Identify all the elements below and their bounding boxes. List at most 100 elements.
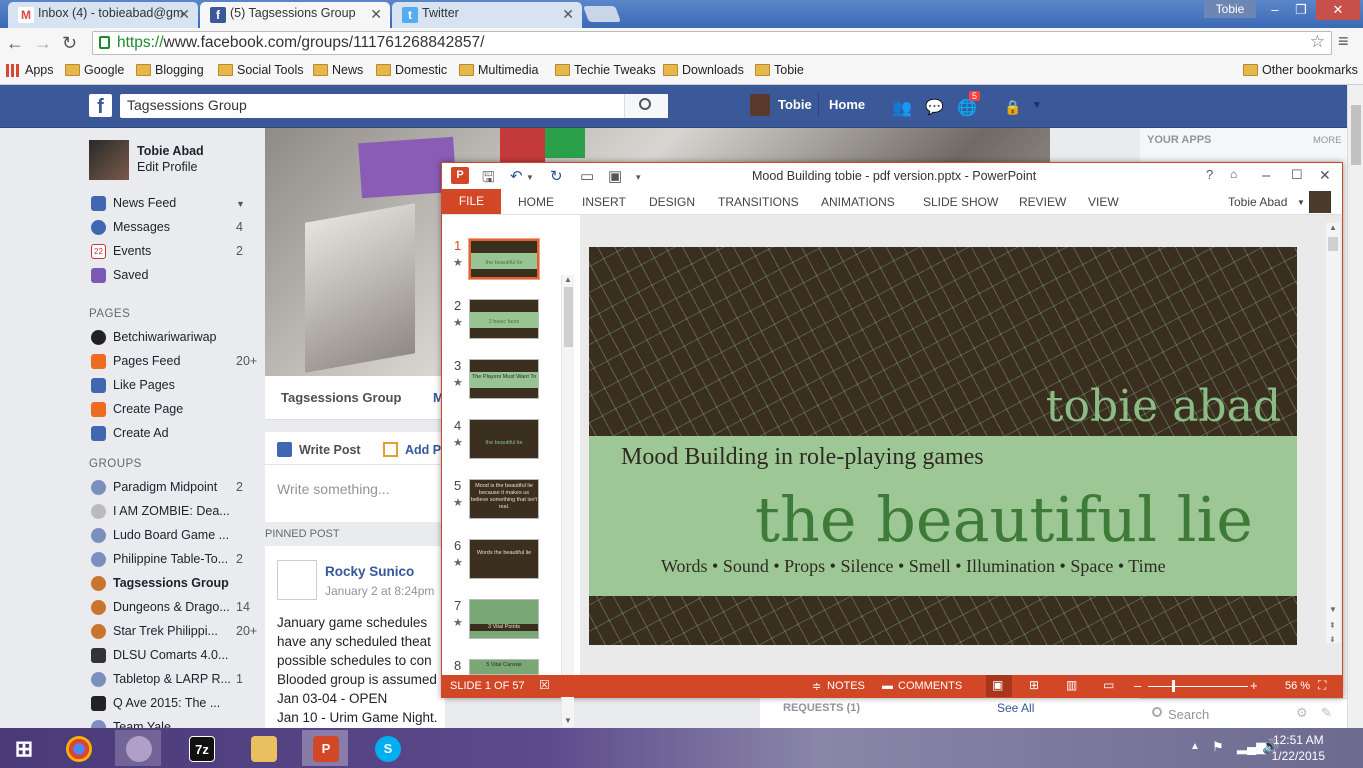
zoom-out-icon[interactable]: – xyxy=(1134,678,1141,693)
start-slideshow-icon[interactable]: ▭ xyxy=(580,167,594,185)
help-icon[interactable]: ? xyxy=(1206,167,1213,182)
bookmark-folder[interactable]: Techie Tweaks xyxy=(555,63,656,77)
avatar[interactable] xyxy=(750,94,770,116)
sidebar-item-group[interactable]: Team Yale17 xyxy=(91,720,171,728)
flag-icon[interactable]: ⚑ xyxy=(1212,739,1224,755)
bookmark-folder[interactable]: Domestic xyxy=(376,63,447,77)
bookmark-folder[interactable]: Social Tools xyxy=(218,63,303,77)
minimize-icon[interactable]: – xyxy=(1262,0,1288,20)
zoom-slider[interactable] xyxy=(1148,686,1248,687)
tab-file[interactable]: FILE xyxy=(442,189,501,214)
taskbar-7zip[interactable]: 7z xyxy=(178,730,224,766)
taskbar-skype[interactable]: S xyxy=(364,730,410,766)
nav-user-link[interactable]: Tobie xyxy=(778,97,812,112)
notes-icon[interactable]: ≑ xyxy=(812,680,821,693)
bookmark-folder[interactable]: News xyxy=(313,63,363,77)
tab-twitter[interactable]: t Twitter ✕ xyxy=(392,2,582,28)
previous-slide-icon[interactable]: ⇞ xyxy=(1329,621,1336,630)
sidebar-item-events[interactable]: 22 Events 2 xyxy=(91,244,243,259)
friend-requests-icon[interactable]: 👥 xyxy=(892,98,912,118)
reload-icon[interactable]: ↻ xyxy=(62,33,77,54)
scrollbar-thumb[interactable] xyxy=(1351,105,1361,165)
search-button[interactable] xyxy=(624,94,668,118)
sidebar-item-group[interactable]: Tabletop & LARP R... 1 xyxy=(91,672,243,687)
slide-thumbnail[interactable]: 3 Vital Points xyxy=(469,599,539,639)
bookmark-apps[interactable]: Apps xyxy=(6,63,54,77)
chat-search[interactable]: Search ⚙ ✎ xyxy=(1140,698,1347,728)
comments-icon[interactable]: ▬ xyxy=(882,680,893,692)
scrollbar-thumb[interactable] xyxy=(1328,237,1338,251)
close-icon[interactable]: ✕ xyxy=(1319,167,1331,184)
account-avatar[interactable] xyxy=(1309,191,1331,213)
reading-view-icon[interactable]: ▥ xyxy=(1066,678,1077,692)
compose-icon[interactable]: ✎ xyxy=(1321,705,1332,721)
facebook-logo-icon[interactable]: f xyxy=(89,94,112,118)
ribbon-display-icon[interactable]: ⌂ xyxy=(1230,167,1237,181)
profile-name[interactable]: Tobie Abad xyxy=(137,144,204,158)
scroll-up-icon[interactable]: ▲ xyxy=(1329,223,1337,232)
profile-avatar[interactable] xyxy=(89,140,129,180)
maximize-icon[interactable]: ☐ xyxy=(1291,167,1303,183)
sidebar-item-saved[interactable]: Saved xyxy=(91,268,148,283)
slide-thumbnail[interactable]: 5 Vital Canvas xyxy=(469,659,539,675)
bookmark-folder[interactable]: Google xyxy=(65,63,124,77)
scroll-up-icon[interactable]: ▲ xyxy=(564,275,572,284)
sidebar-item-like-pages[interactable]: Like Pages xyxy=(91,378,175,393)
chevron-down-icon[interactable]: ▼ xyxy=(1032,100,1042,111)
bookmark-folder[interactable]: Tobie xyxy=(755,63,804,77)
bookmark-folder[interactable]: Blogging xyxy=(136,63,204,77)
slide-thumbnail[interactable]: the beautiful lie xyxy=(469,419,539,459)
sidebar-item-group-active[interactable]: Tagsessions Group xyxy=(91,576,229,591)
show-hidden-icons[interactable]: ▲ xyxy=(1190,741,1200,752)
chat-search-input[interactable]: Search xyxy=(1168,707,1209,722)
gear-icon[interactable]: ⚙ xyxy=(1296,705,1308,721)
redo-icon[interactable]: ↻ xyxy=(550,167,563,185)
slide-words-text[interactable]: Words • Sound • Props • Silence • Smell … xyxy=(661,556,1166,577)
taskbar-clock[interactable]: 12:51 AM 1/22/2015 xyxy=(1272,732,1325,764)
taskbar-chrome[interactable] xyxy=(55,730,101,766)
tab-slide-show[interactable]: SLIDE SHOW xyxy=(923,195,998,209)
tab-view[interactable]: VIEW xyxy=(1088,195,1119,209)
back-icon[interactable]: ← xyxy=(6,33,24,54)
bookmark-folder[interactable]: Multimedia xyxy=(459,63,538,77)
more-link[interactable]: MORE xyxy=(1313,135,1342,146)
tab-home[interactable]: HOME xyxy=(518,195,554,209)
slide-author-text[interactable]: tobie abad xyxy=(1046,381,1281,432)
undo-icon[interactable]: ↶ xyxy=(510,167,523,185)
forward-icon[interactable]: → xyxy=(34,33,52,54)
tab-group-name[interactable]: Tagsessions Group xyxy=(281,390,401,405)
taskbar-file-explorer[interactable] xyxy=(240,730,286,766)
messages-icon[interactable]: 💬 xyxy=(925,98,944,116)
start-button[interactable]: ⊞ xyxy=(0,730,46,766)
slide-thumbnail[interactable]: Mood is the beautiful lie because it mak… xyxy=(469,479,539,519)
tab-animations[interactable]: ANIMATIONS xyxy=(821,195,895,209)
close-tab-icon[interactable]: ✕ xyxy=(178,6,190,23)
sidebar-item-group[interactable]: Paradigm Midpoint 2 xyxy=(91,480,243,495)
window-user-badge[interactable]: Tobie xyxy=(1204,0,1256,18)
address-bar[interactable]: https://www.facebook.com/groups/11176126… xyxy=(92,31,1332,55)
sidebar-item-group[interactable]: DLSU Comarts 4.0... xyxy=(91,648,228,663)
write-something-input[interactable]: Write something... xyxy=(277,481,390,497)
sidebar-item-group[interactable]: Q Ave 2015: The ... xyxy=(91,696,220,711)
taskbar-pinned-app[interactable] xyxy=(115,730,161,766)
slide-thumbnail[interactable]: 2 basic facts xyxy=(469,299,539,339)
sidebar-item-news-feed[interactable]: News Feed ▼ xyxy=(91,196,245,211)
edit-profile-link[interactable]: Edit Profile xyxy=(137,160,197,174)
thumbnail-scrollbar[interactable]: ▲ ▼ xyxy=(561,275,574,727)
post-author[interactable]: Rocky Sunico xyxy=(325,564,414,579)
privacy-icon[interactable]: 🔒 xyxy=(1004,99,1021,116)
zoom-slider-thumb[interactable] xyxy=(1172,680,1175,692)
sidebar-item-create-ad[interactable]: Create Ad xyxy=(91,426,169,441)
slide-thumbnail[interactable]: the beautiful lie xyxy=(468,238,540,280)
post-time[interactable]: January 2 at 8:24pm xyxy=(325,584,434,598)
touch-mode-icon[interactable]: ▣ xyxy=(608,167,622,185)
author-avatar[interactable] xyxy=(277,560,317,600)
tab-review[interactable]: REVIEW xyxy=(1019,195,1066,209)
notes-button[interactable]: NOTES xyxy=(827,680,865,692)
sidebar-item-group[interactable]: Philippine Table-To... 2 xyxy=(91,552,243,567)
close-tab-icon[interactable]: ✕ xyxy=(562,6,574,23)
slide-sorter-icon[interactable]: ⊞ xyxy=(1029,678,1039,692)
tab-design[interactable]: DESIGN xyxy=(649,195,695,209)
bookmark-star-icon[interactable]: ☆ xyxy=(1310,32,1325,52)
chevron-down-icon[interactable]: ▼ xyxy=(1297,198,1305,207)
